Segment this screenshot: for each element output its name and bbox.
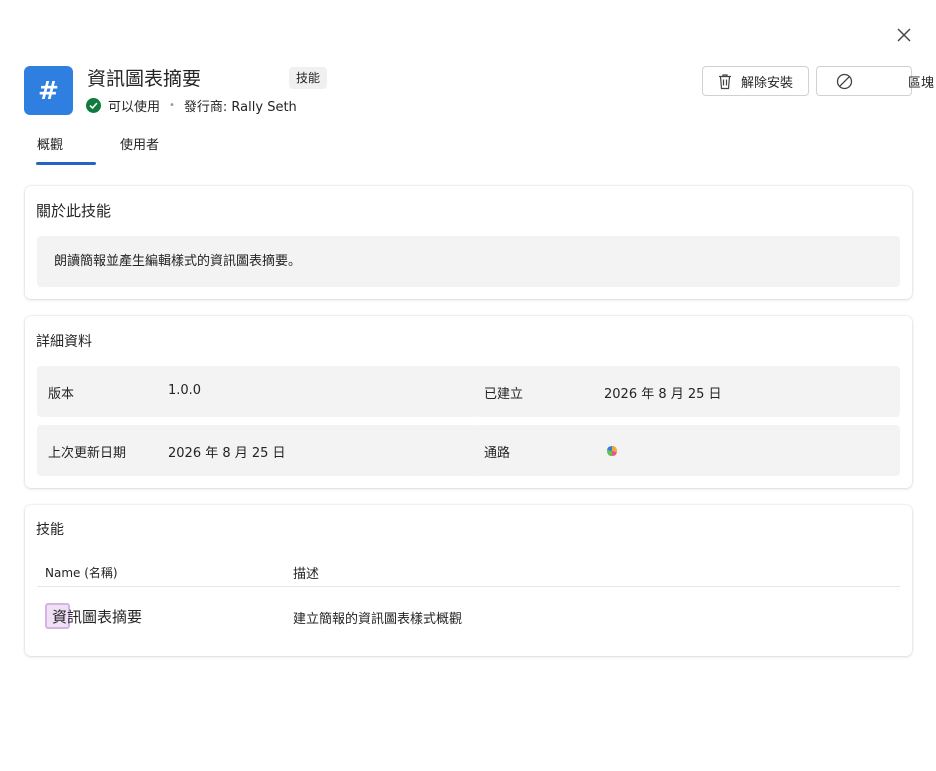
- skill-name[interactable]: 資訊圖表摘要: [52, 606, 142, 627]
- column-header-name[interactable]: Name (名稱): [45, 564, 118, 581]
- block-label: 區塊: [908, 76, 935, 91]
- skill-details-page: # 資訊圖表摘要 技能 可以使用 • 發行商: Rally Seth 解除安裝 …: [0, 0, 936, 771]
- about-title: 關於此技能: [36, 202, 112, 220]
- channel-label: 通路: [484, 446, 511, 461]
- updated-value: 2026 年 8 月 25 日: [168, 446, 286, 461]
- hash-icon: #: [38, 76, 59, 105]
- created-label: 已建立: [484, 387, 524, 402]
- skill-description: 建立簡報的資訊圖表樣式概觀: [293, 612, 463, 627]
- row-divider: [37, 586, 900, 587]
- about-card: 關於此技能 朗讀簡報並產生編輯樣式的資訊圖表摘要。: [25, 186, 912, 299]
- separator-dot: •: [169, 99, 175, 111]
- page-title: 資訊圖表摘要: [87, 68, 202, 90]
- version-value: 1.0.0: [168, 383, 202, 398]
- trash-icon: [719, 73, 731, 89]
- column-header-description[interactable]: 描述: [293, 563, 319, 582]
- channel-cell: 通路: [473, 425, 900, 476]
- status-label: 可以使用: [108, 99, 161, 115]
- created-cell: 已建立 2026 年 8 月 25 日: [473, 366, 900, 417]
- uninstall-button[interactable]: 解除安裝: [702, 66, 809, 96]
- version-label: 版本: [48, 387, 75, 402]
- block-icon: [836, 73, 853, 89]
- about-description: 朗讀簡報並產生編輯樣式的資訊圖表摘要。: [37, 236, 900, 287]
- copilot-icon: [605, 443, 619, 462]
- active-tab-indicator: [36, 162, 96, 165]
- tab-overview[interactable]: 概觀: [37, 134, 63, 153]
- updated-label: 上次更新日期: [48, 446, 127, 461]
- publisher-label: 發行商: Rally Seth: [183, 99, 297, 115]
- checkmark-icon: [86, 97, 101, 113]
- details-card: 詳細資料 版本 1.0.0 已建立 2026 年 8 月 25 日 上次更新日期…: [25, 316, 912, 488]
- skills-card: 技能 Name (名稱) 描述 資訊圖表摘要 建立簡報的資訊圖表樣式概觀: [25, 505, 912, 656]
- version-cell: 版本 1.0.0: [37, 366, 477, 417]
- status-row: 可以使用 • 發行商: Rally Seth: [86, 96, 297, 115]
- details-title: 詳細資料: [36, 334, 92, 350]
- close-button[interactable]: [893, 24, 915, 46]
- uninstall-label: 解除安裝: [741, 75, 794, 91]
- app-icon: #: [24, 66, 73, 115]
- type-badge: 技能: [289, 67, 328, 89]
- close-icon: [897, 28, 911, 42]
- skills-title: 技能: [36, 522, 64, 538]
- created-value: 2026 年 8 月 25 日: [604, 387, 722, 402]
- tab-users[interactable]: 使用者: [120, 134, 159, 153]
- updated-cell: 上次更新日期 2026 年 8 月 25 日: [37, 425, 477, 476]
- block-button[interactable]: [816, 66, 912, 96]
